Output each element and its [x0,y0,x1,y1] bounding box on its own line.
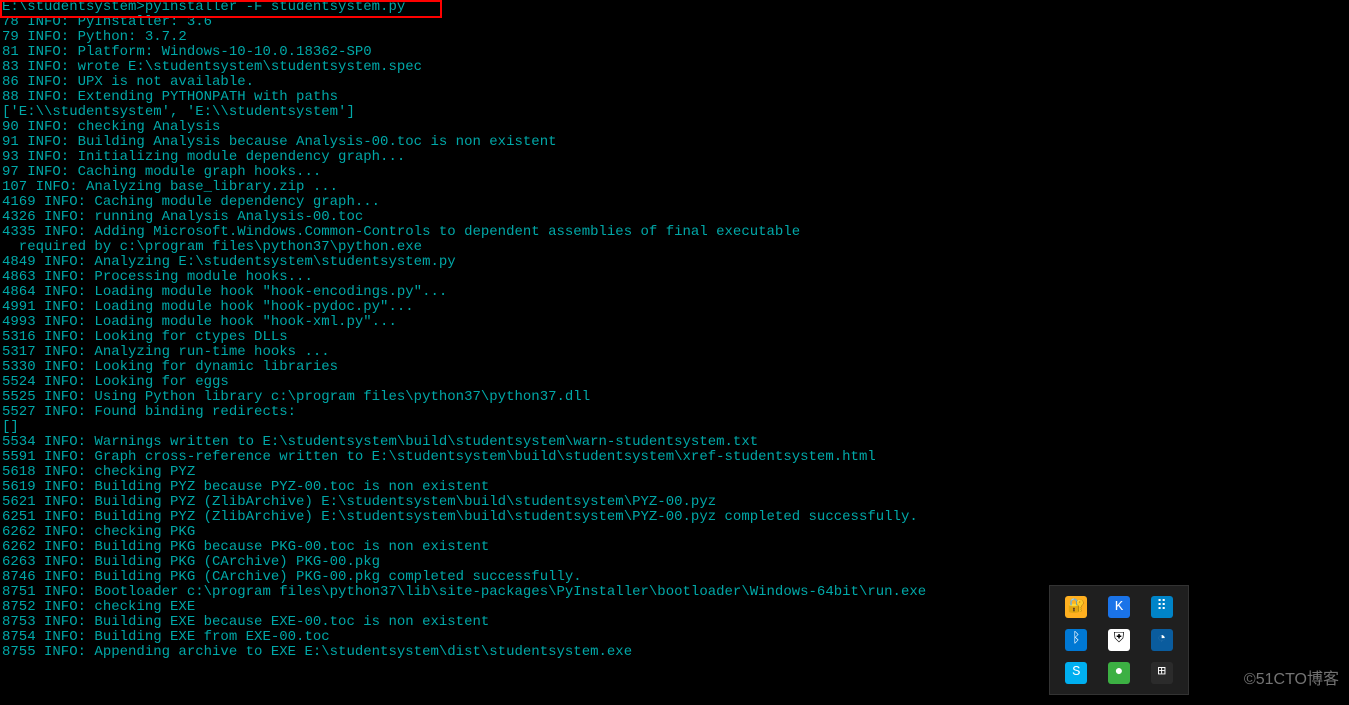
terminal-line: 8746 INFO: Building PKG (CArchive) PKG-0… [2,570,1347,585]
terminal-line: required by c:\program files\python37\py… [2,240,1347,255]
terminal-line: 4335 INFO: Adding Microsoft.Windows.Comm… [2,225,1347,240]
terminal-line: 5524 INFO: Looking for eggs [2,375,1347,390]
system-tray-popup[interactable]: 🔐 K ⠿ ᛒ ⛨ ◔ S ● ⊞ [1049,585,1189,695]
terminal-line: 91 INFO: Building Analysis because Analy… [2,135,1347,150]
k-app-icon[interactable]: K [1108,596,1130,618]
terminal-line: 6251 INFO: Building PYZ (ZlibArchive) E:… [2,510,1347,525]
watermark: ©51CTO博客 [1244,672,1339,687]
grid-icon[interactable]: ⠿ [1151,596,1173,618]
terminal-line: 6262 INFO: Building PKG because PKG-00.t… [2,540,1347,555]
terminal-line: 5534 INFO: Warnings written to E:\studen… [2,435,1347,450]
terminal-line: 97 INFO: Caching module graph hooks... [2,165,1347,180]
terminal-line: 83 INFO: wrote E:\studentsystem\students… [2,60,1347,75]
terminal-line: 4863 INFO: Processing module hooks... [2,270,1347,285]
terminal-line: 79 INFO: Python: 3.7.2 [2,30,1347,45]
terminal-line: 4993 INFO: Loading module hook "hook-xml… [2,315,1347,330]
terminal-line: 93 INFO: Initializing module dependency … [2,150,1347,165]
terminal-line: 4991 INFO: Loading module hook "hook-pyd… [2,300,1347,315]
terminal-line: 88 INFO: Extending PYTHONPATH with paths [2,90,1347,105]
terminal-line: 78 INFO: PyInstaller: 3.6 [2,15,1347,30]
terminal-line: 5317 INFO: Analyzing run-time hooks ... [2,345,1347,360]
terminal-line: 5316 INFO: Looking for ctypes DLLs [2,330,1347,345]
terminal-line: 81 INFO: Platform: Windows-10-10.0.18362… [2,45,1347,60]
terminal-line: ['E:\\studentsystem', 'E:\\studentsystem… [2,105,1347,120]
terminal-line: 4849 INFO: Analyzing E:\studentsystem\st… [2,255,1347,270]
terminal-line: 6263 INFO: Building PKG (CArchive) PKG-0… [2,555,1347,570]
terminal-line: E:\studentsystem>pyinstaller -F students… [2,0,1347,15]
wechat-icon[interactable]: ● [1108,662,1130,684]
terminal-line: 90 INFO: checking Analysis [2,120,1347,135]
terminal-line: 5330 INFO: Looking for dynamic libraries [2,360,1347,375]
terminal-line: 5621 INFO: Building PYZ (ZlibArchive) E:… [2,495,1347,510]
defender-icon[interactable]: ⛨ [1108,629,1130,651]
windows-icon[interactable]: ⊞ [1151,662,1173,684]
terminal-line: 5527 INFO: Found binding redirects: [2,405,1347,420]
terminal-line: [] [2,420,1347,435]
terminal-line: 4169 INFO: Caching module dependency gra… [2,195,1347,210]
terminal-line: 6262 INFO: checking PKG [2,525,1347,540]
terminal-output[interactable]: E:\studentsystem>pyinstaller -F students… [0,0,1349,660]
terminal-line: 4864 INFO: Loading module hook "hook-enc… [2,285,1347,300]
security-icon[interactable]: 🔐 [1065,596,1087,618]
terminal-line: 86 INFO: UPX is not available. [2,75,1347,90]
terminal-line: 5525 INFO: Using Python library c:\progr… [2,390,1347,405]
skype-icon[interactable]: S [1065,662,1087,684]
terminal-line: 5591 INFO: Graph cross-reference written… [2,450,1347,465]
edge-icon[interactable]: ◔ [1151,629,1173,651]
terminal-line: 5619 INFO: Building PYZ because PYZ-00.t… [2,480,1347,495]
terminal-line: 5618 INFO: checking PYZ [2,465,1347,480]
bluetooth-icon[interactable]: ᛒ [1065,629,1087,651]
terminal-line: 107 INFO: Analyzing base_library.zip ... [2,180,1347,195]
terminal-line: 4326 INFO: running Analysis Analysis-00.… [2,210,1347,225]
